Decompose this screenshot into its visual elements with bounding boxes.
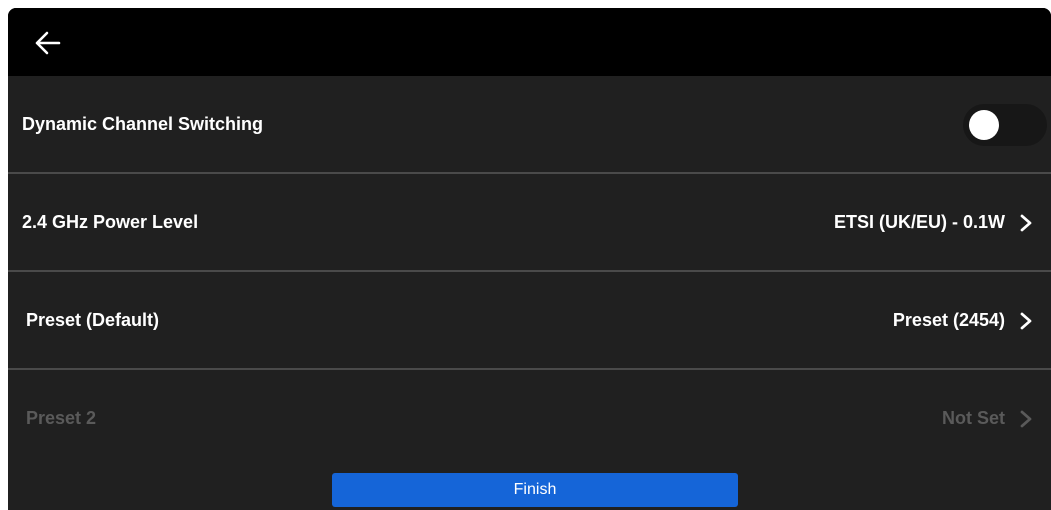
toggle-knob [969,109,999,140]
dynamic-channel-switching-label: Dynamic Channel Switching [22,114,264,134]
chevron-right-icon [1020,214,1032,231]
chevron-right-icon [1020,312,1032,329]
preset-default-value: Preset (2454) [892,310,1005,330]
settings-screen: Dynamic Channel Switching 2.4 GHz Power … [8,8,1051,510]
power-level-value: ETSI (UK/EU) - 0.1W [833,212,1005,232]
power-level-row[interactable]: 2.4 GHz Power Level ETSI (UK/EU) - 0.1W [8,174,1051,271]
preset-2-value: Not Set [942,408,1005,428]
finish-button[interactable]: Finish [332,473,738,507]
dynamic-channel-switching-row: Dynamic Channel Switching [8,76,1051,173]
top-bar [8,8,1051,76]
preset-2-selector: Not Set [942,408,1033,429]
power-level-selector[interactable]: ETSI (UK/EU) - 0.1W [834,212,1033,233]
preset-default-row[interactable]: Preset (Default) Preset (2454) [8,272,1051,369]
preset-default-selector[interactable]: Preset (2454) [893,310,1033,331]
dynamic-channel-switching-toggle[interactable] [963,103,1047,146]
preset-2-label: Preset 2 [26,408,97,428]
preset-default-label: Preset (Default) [26,310,160,330]
power-level-label: 2.4 GHz Power Level [22,212,199,232]
preset-2-row: Preset 2 Not Set [8,370,1051,467]
back-button[interactable] [34,30,62,56]
arrow-left-icon [35,31,61,55]
chevron-right-icon [1020,410,1032,427]
